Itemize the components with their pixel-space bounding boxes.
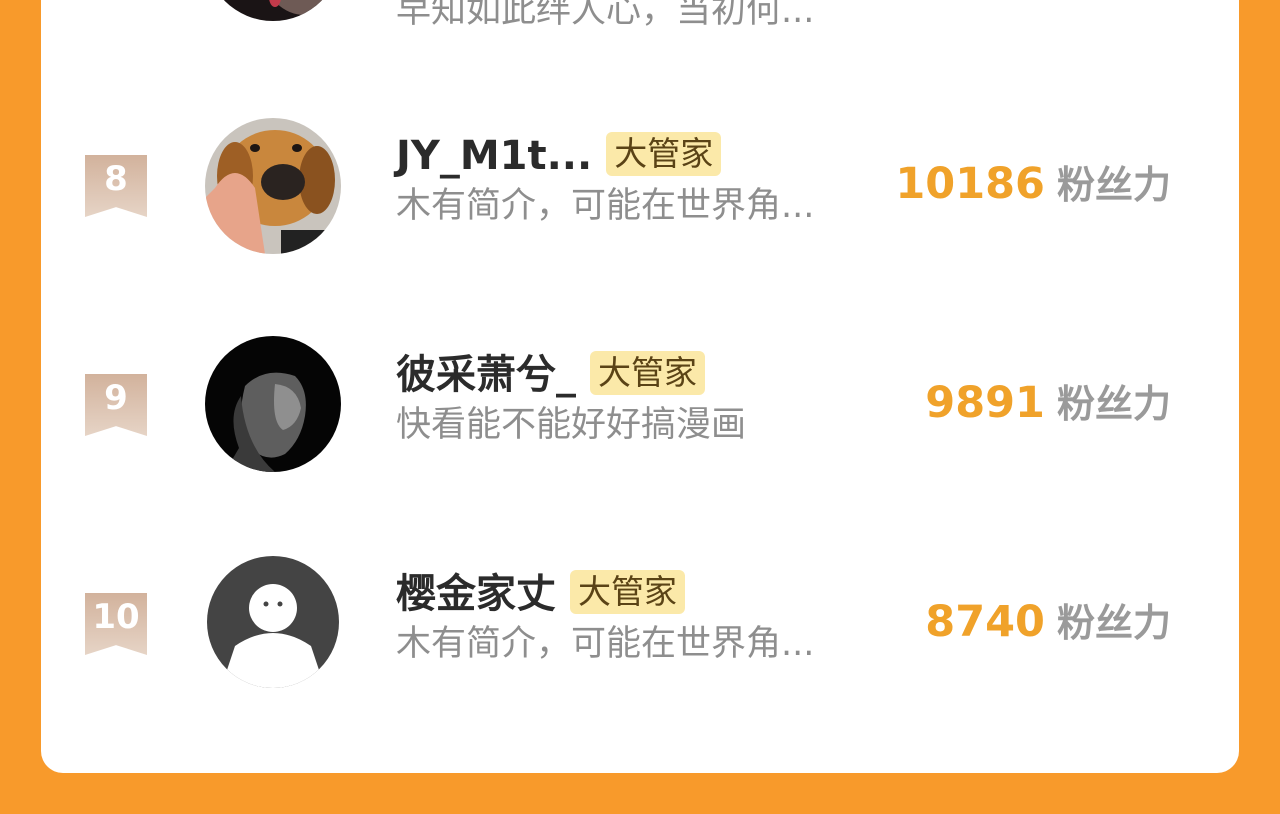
leaderboard-row[interactable]: 9 彼采萧兮_ 大管家 快看能不能好好搞漫画 9891 粉丝力	[41, 331, 1239, 481]
user-bio: 快看能不能好好搞漫画	[396, 405, 747, 445]
rank-badge: 9	[85, 374, 147, 436]
rank-badge: 10	[85, 593, 147, 655]
user-bio: 木有简介，可能在世界角...	[396, 186, 815, 226]
user-bio: 早知如此绊人心，当初何...	[396, 0, 815, 31]
user-name[interactable]: 彼采萧兮_ 大管家	[396, 351, 705, 399]
user-avatar[interactable]	[205, 0, 341, 21]
leaderboard-row[interactable]: 早知如此绊人心，当初何...	[41, 0, 1239, 35]
fan-score: 9891 粉丝力	[925, 377, 1171, 438]
fan-score: 10186 粉丝力	[895, 158, 1171, 219]
user-avatar[interactable]	[207, 556, 339, 688]
fan-score-value: 9891	[925, 378, 1045, 428]
user-avatar[interactable]	[205, 336, 341, 472]
user-name-text[interactable]: 樱金家丈	[396, 571, 556, 617]
leaderboard-row[interactable]: 8 JY_M1t... 大管家 木有简介，可能在世界角... 10186 粉丝力	[41, 112, 1239, 262]
lion-avatar-icon	[205, 336, 341, 472]
fan-score-unit: 粉丝力	[1056, 163, 1171, 207]
fan-score: 8740 粉丝力	[925, 596, 1171, 657]
rank-badge: 8	[85, 155, 147, 217]
user-avatar[interactable]	[205, 118, 341, 254]
leaderboard-row[interactable]: 10 樱金家丈 大管家 木有简介，可能在世界角... 8740 粉丝力	[41, 550, 1239, 700]
user-bio: 木有简介，可能在世界角...	[396, 624, 815, 664]
role-badge: 大管家	[606, 132, 722, 176]
user-name[interactable]: 樱金家丈 大管家	[396, 570, 685, 618]
dark-partial-avatar-icon	[205, 0, 341, 21]
role-badge: 大管家	[590, 351, 705, 395]
user-name[interactable]: JY_M1t... 大管家	[396, 132, 722, 180]
fan-score-value: 8740	[925, 597, 1045, 647]
default-user-avatar-icon	[207, 556, 339, 688]
user-name-text[interactable]: JY_M1t...	[396, 133, 592, 179]
fan-score-unit: 粉丝力	[1056, 382, 1171, 426]
leaderboard-card: 早知如此绊人心，当初何... 8 JY_M1t... 大管家 木有简介，可能在世界…	[41, 0, 1239, 773]
fan-score-unit: 粉丝力	[1056, 601, 1171, 645]
user-name-text[interactable]: 彼采萧兮_	[396, 352, 576, 398]
fan-score-value: 10186	[895, 159, 1045, 209]
role-badge: 大管家	[570, 570, 685, 614]
dog-avatar-icon	[205, 118, 341, 254]
